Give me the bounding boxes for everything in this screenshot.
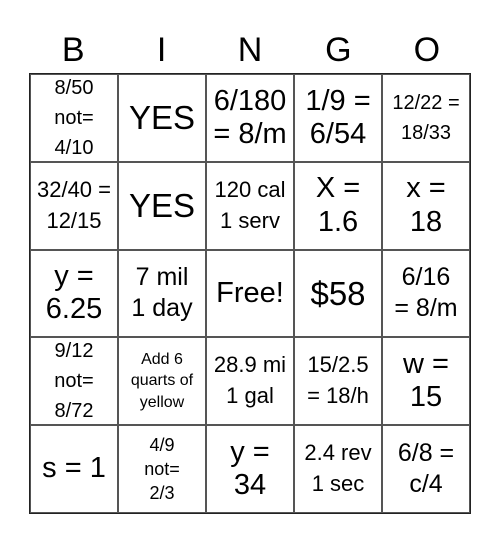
- header-letter-n: N: [237, 31, 263, 69]
- bingo-cell[interactable]: 1/9 = 6/54: [294, 74, 382, 162]
- bingo-cell[interactable]: YES: [118, 161, 206, 250]
- bingo-cell[interactable]: 9/12 not= 8/72: [30, 337, 118, 426]
- bingo-cell[interactable]: 120 cal 1 serv: [206, 161, 294, 250]
- bingo-cell[interactable]: 28.9 mi 1 gal: [206, 337, 294, 426]
- bingo-cell[interactable]: $58: [294, 249, 382, 338]
- bingo-cell[interactable]: 6/180 = 8/m: [206, 74, 294, 162]
- header-letter-i: I: [156, 31, 167, 69]
- bingo-cell[interactable]: 6/16 = 8/m: [382, 249, 470, 338]
- free-space-cell[interactable]: Free!: [206, 249, 294, 338]
- bingo-cell[interactable]: 8/50 not= 4/10: [30, 74, 118, 162]
- bingo-cell[interactable]: x = 18: [382, 161, 470, 250]
- bingo-cell[interactable]: 2.4 rev 1 sec: [294, 425, 382, 513]
- bingo-header: B I N G O: [29, 28, 471, 72]
- bingo-cell[interactable]: 32/40 = 12/15: [30, 161, 118, 250]
- bingo-cell[interactable]: Add 6 quarts of yellow: [118, 337, 206, 426]
- bingo-cell[interactable]: 6/8 = c/4: [382, 425, 470, 513]
- bingo-cell[interactable]: y = 6.25: [30, 249, 118, 338]
- bingo-cell[interactable]: X = 1.6: [294, 161, 382, 250]
- header-letter-o: O: [413, 31, 441, 69]
- header-letter-b: B: [61, 31, 85, 69]
- bingo-cell[interactable]: 4/9 not= 2/3: [118, 425, 206, 513]
- bingo-cell[interactable]: 12/22 = 18/33: [382, 74, 470, 162]
- bingo-cell[interactable]: 7 mil 1 day: [118, 249, 206, 338]
- bingo-cell[interactable]: 15/2.5 = 18/h: [294, 337, 382, 426]
- bingo-cell[interactable]: w = 15: [382, 337, 470, 426]
- bingo-cell[interactable]: y = 34: [206, 425, 294, 513]
- bingo-cell[interactable]: YES: [118, 74, 206, 162]
- bingo-card-grid: 8/50 not= 4/10 YES 6/180 = 8/m 1/9 = 6/5…: [29, 73, 471, 514]
- header-letter-g: G: [325, 31, 352, 69]
- bingo-cell[interactable]: s = 1: [30, 425, 118, 513]
